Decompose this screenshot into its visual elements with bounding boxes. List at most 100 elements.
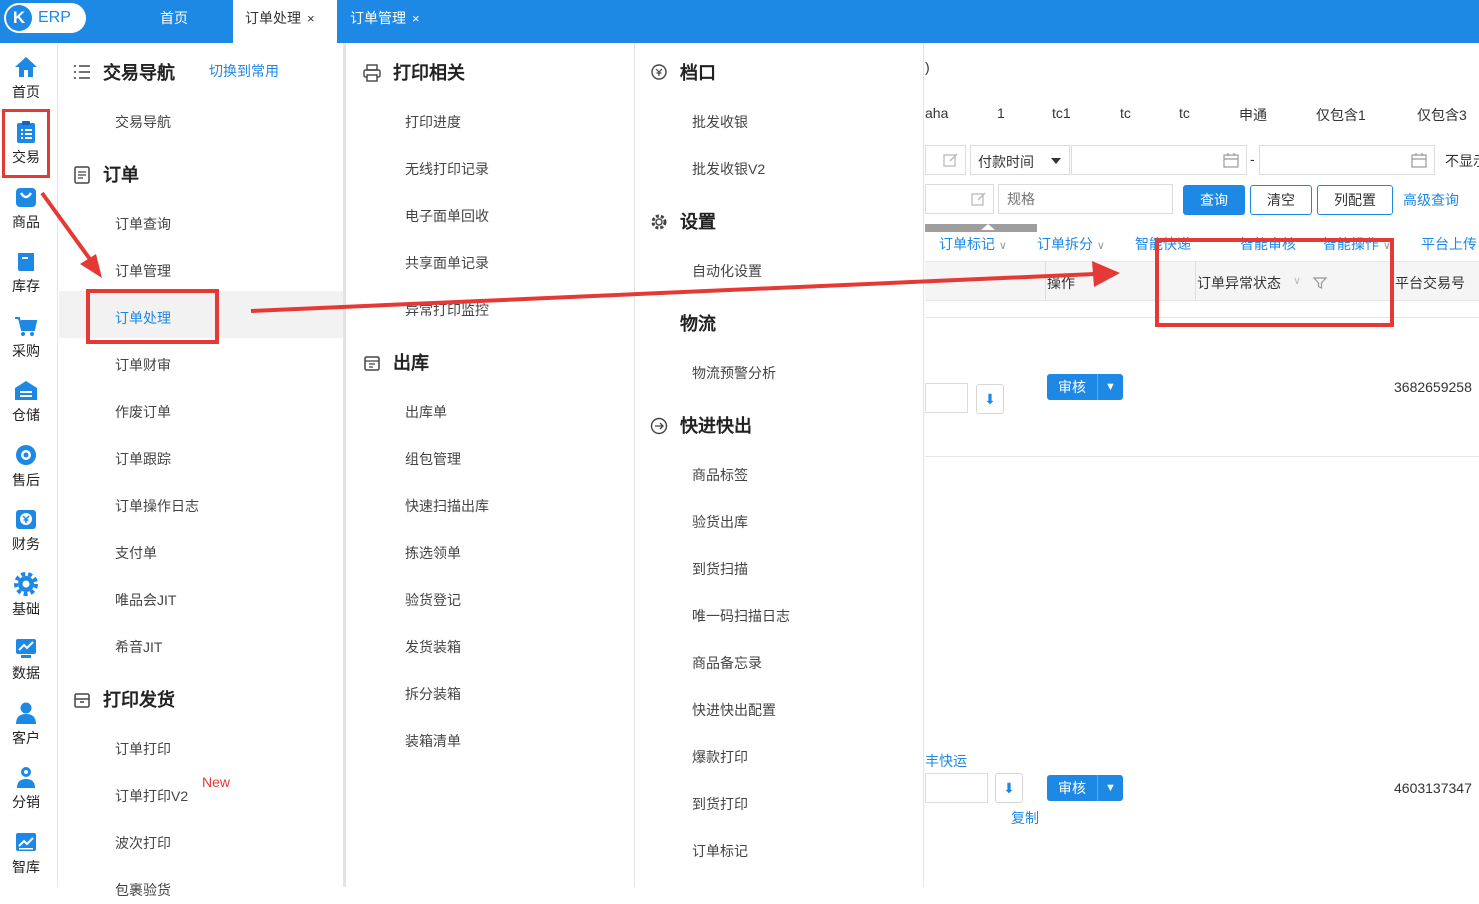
menu-item-trade-nav[interactable]: 交易导航	[115, 108, 325, 136]
menu-item-waybill-recycle[interactable]: 电子面单回收	[405, 202, 615, 230]
nav-basic[interactable]: 基础	[0, 562, 52, 626]
menu-item-wholesale-cashier-v2[interactable]: 批发收银V2	[692, 155, 902, 183]
filter-chip[interactable]: aha	[925, 105, 948, 121]
spec-input[interactable]	[998, 184, 1173, 214]
advanced-query-link[interactable]: 高级查询	[1403, 190, 1459, 210]
nav-inventory[interactable]: 库存	[0, 239, 52, 303]
copy-link[interactable]: 复制	[1011, 808, 1039, 828]
download-button[interactable]: ⬇	[995, 773, 1023, 803]
menu-item-wireless-print-log[interactable]: 无线打印记录	[405, 155, 615, 183]
start-date-input[interactable]	[1071, 145, 1247, 175]
menu-item-print-progress[interactable]: 打印进度	[405, 108, 615, 136]
menu-item-split-boxing[interactable]: 拆分装箱	[405, 680, 615, 708]
filter-chip[interactable]: tc	[1179, 105, 1190, 121]
menu-item-arrival-scan[interactable]: 到货扫描	[692, 555, 902, 583]
menu-item-order-mark[interactable]: 订单标记	[692, 837, 902, 865]
menu-item-payment[interactable]: 支付单	[115, 539, 325, 567]
logo[interactable]: K ERP	[4, 3, 86, 33]
clear-button[interactable]: 清空	[1250, 185, 1312, 215]
switch-to-common-link[interactable]: 切换到常用	[209, 61, 279, 81]
menu-item-unique-code-log[interactable]: 唯一码扫描日志	[692, 602, 902, 630]
nav-home[interactable]: 首页	[0, 45, 52, 109]
nav-label: 库存	[12, 278, 40, 294]
menu-item-logistics-warning[interactable]: 物流预警分析	[692, 359, 902, 387]
tab-home[interactable]: 首页	[160, 0, 206, 43]
menu-item-goods-label[interactable]: 商品标签	[692, 461, 902, 489]
query-button[interactable]: 查询	[1183, 185, 1245, 215]
menu-item-shein-jit[interactable]: 希音JIT	[115, 633, 325, 661]
filter-chip[interactable]: tc1	[1052, 105, 1071, 121]
menu-item-order-print[interactable]: 订单打印	[115, 735, 325, 763]
column-config-button[interactable]: 列配置	[1317, 185, 1393, 215]
menu-item-outbound-order[interactable]: 出库单	[405, 398, 615, 426]
nav-warehouse[interactable]: 仓储	[0, 368, 52, 432]
filter-chip[interactable]: 申通	[1239, 105, 1267, 125]
menu-item-order-finance[interactable]: 订单财审	[115, 351, 325, 379]
stall-header: 档口	[650, 59, 800, 87]
tab-order-management[interactable]: 订单管理 ×	[350, 0, 440, 43]
hide-option[interactable]: 不显示	[1445, 151, 1479, 171]
audit-split-button[interactable]: 审核 ▼	[1047, 374, 1123, 400]
nav-finance[interactable]: 财务	[0, 497, 52, 561]
menu-item-fast-config[interactable]: 快进快出配置	[692, 696, 902, 724]
menu-item-pick-order[interactable]: 拣选领单	[405, 539, 615, 567]
menu-label: 订单标记	[939, 236, 995, 252]
menu-item-package-manage[interactable]: 组包管理	[405, 445, 615, 473]
text-input-partial[interactable]	[925, 145, 966, 175]
nav-library[interactable]: 智库	[0, 820, 52, 884]
time-type-select[interactable]: 付款时间	[970, 145, 1070, 175]
row-input-partial[interactable]	[925, 383, 968, 413]
audit-split-button[interactable]: 审核 ▼	[1047, 775, 1123, 801]
menu-item-fast-scan-out[interactable]: 快速扫描出库	[405, 492, 615, 520]
menu-item-inspect-out[interactable]: 验货出库	[692, 508, 902, 536]
menu-item-arrival-print[interactable]: 到货打印	[692, 790, 902, 818]
menu-item-order-query[interactable]: 订单查询	[115, 210, 325, 238]
chevron-down-icon[interactable]: ▼	[1097, 374, 1123, 400]
filter-chip[interactable]: 仅包含1	[1316, 105, 1366, 125]
menu-item-shared-waybill[interactable]: 共享面单记录	[405, 249, 615, 277]
tab-order-processing[interactable]: 订单处理 ×	[233, 0, 337, 43]
menu-item-wholesale-cashier[interactable]: 批发收银	[692, 108, 902, 136]
menu-item-wave-print[interactable]: 波次打印	[115, 829, 325, 857]
menu-item-package-inspect[interactable]: 包裹验货	[115, 876, 325, 904]
menu-item-print-monitor[interactable]: 异常打印监控	[405, 296, 615, 324]
filter-chip[interactable]: tc	[1120, 105, 1131, 121]
menu-item-order-track[interactable]: 订单跟踪	[115, 445, 325, 473]
arrow-down-icon: ⬇	[984, 391, 996, 407]
close-icon[interactable]: ×	[307, 11, 315, 26]
menu-label: 订单拆分	[1037, 236, 1093, 252]
menu-item-inspect-register[interactable]: 验货登记	[405, 586, 615, 614]
nav-goods[interactable]: 商品	[0, 175, 52, 239]
nav-customer[interactable]: 客户	[0, 691, 52, 755]
nav-aftersale[interactable]: 售后	[0, 433, 52, 497]
menu-item-goods-memo[interactable]: 商品备忘录	[692, 649, 902, 677]
close-icon[interactable]: ×	[412, 11, 420, 26]
express-link[interactable]: 丰快运	[925, 751, 967, 771]
chevron-down-icon[interactable]: ▼	[1097, 775, 1123, 801]
platform-upload-menu[interactable]: 平台上传	[1421, 234, 1477, 254]
nav-purchase[interactable]: 采购	[0, 304, 52, 368]
menu-item-automation[interactable]: 自动化设置	[692, 257, 902, 285]
menu-item-order-log[interactable]: 订单操作日志	[115, 492, 325, 520]
menu-item-ship-boxing[interactable]: 发货装箱	[405, 633, 615, 661]
column-divider	[1045, 261, 1046, 301]
audit-label[interactable]: 审核	[1047, 374, 1097, 400]
filter-chip[interactable]: 仅包含3	[1417, 105, 1467, 125]
menu-item-packing-list[interactable]: 装箱清单	[405, 727, 615, 755]
end-date-input[interactable]	[1259, 145, 1435, 175]
header-label: 快进快出	[680, 416, 752, 436]
menu-item-hot-print[interactable]: 爆款打印	[692, 743, 902, 771]
nav-distribution[interactable]: 分销	[0, 755, 52, 819]
row-input-partial[interactable]	[925, 773, 988, 803]
download-button[interactable]: ⬇	[976, 384, 1004, 414]
order-split-menu[interactable]: 订单拆分 ∨	[1037, 234, 1105, 254]
order-mark-menu[interactable]: 订单标记 ∨	[939, 234, 1007, 254]
audit-label[interactable]: 审核	[1047, 775, 1097, 801]
filter-chip[interactable]: 1	[997, 105, 1005, 121]
menu-item-vip-jit[interactable]: 唯品会JIT	[115, 586, 325, 614]
nav-data[interactable]: 数据	[0, 626, 52, 690]
printer-icon	[363, 64, 381, 82]
text-input-partial[interactable]	[925, 184, 994, 214]
menu-item-void-order[interactable]: 作废订单	[115, 398, 325, 426]
menu-item-order-manage[interactable]: 订单管理	[115, 257, 325, 285]
